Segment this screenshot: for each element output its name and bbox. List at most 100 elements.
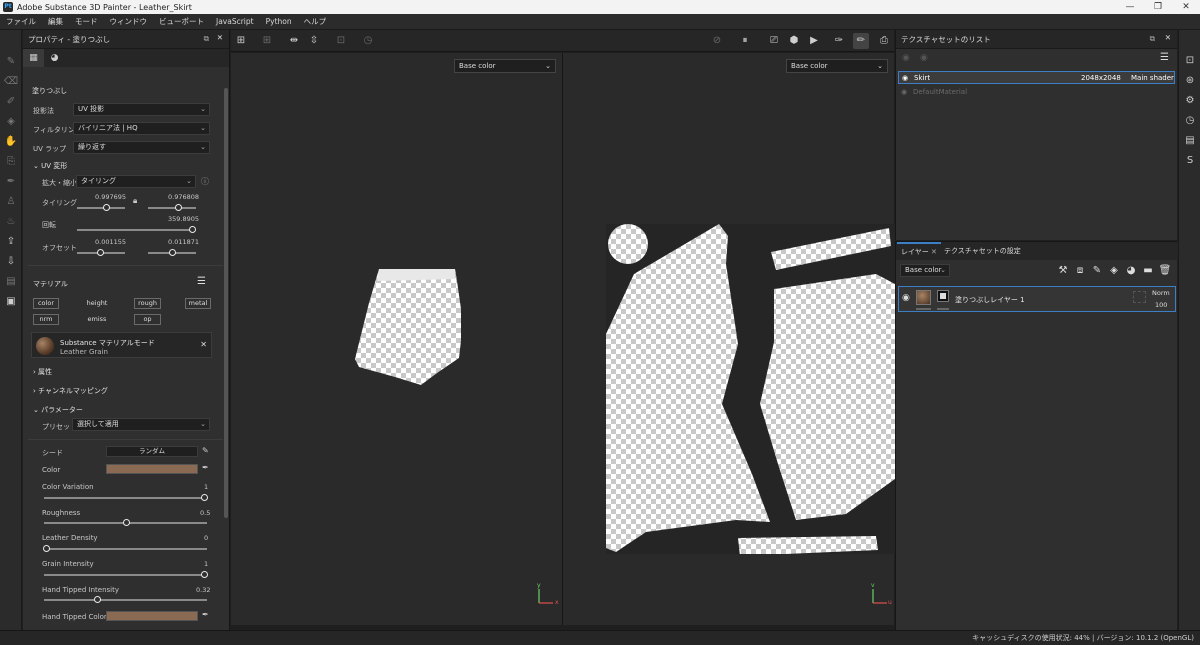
- properties-scrollbar[interactable]: [224, 88, 228, 518]
- symmetry-x-icon[interactable]: ⇹: [286, 33, 302, 49]
- leather-density-slider[interactable]: [44, 548, 207, 550]
- eyedropper-icon[interactable]: ✒: [202, 610, 209, 619]
- text-tool-icon[interactable]: ♙: [0, 192, 22, 212]
- texture-set-row-skirt[interactable]: ◉ Skirt 2048x2048 Main shader: [898, 71, 1175, 84]
- viewport-3d[interactable]: Base color ⌄ y x: [231, 53, 562, 625]
- menu-javascript[interactable]: JavaScript: [216, 17, 254, 26]
- tab-layers[interactable]: レイヤー ✕: [897, 242, 941, 260]
- close-icon[interactable]: ✕: [931, 248, 937, 256]
- frame-icon[interactable]: ⊡: [333, 33, 349, 49]
- blend-mode[interactable]: Norm: [1152, 289, 1170, 297]
- add-smart-material-icon[interactable]: ◕: [1124, 264, 1138, 278]
- channel-metal[interactable]: metal: [185, 298, 211, 309]
- grain-intensity-slider[interactable]: [44, 574, 207, 576]
- tab-fill-properties[interactable]: ▦: [23, 49, 44, 67]
- texture-set-icon[interactable]: ⊡: [1179, 51, 1200, 71]
- channel-mapping-section[interactable]: › チャンネルマッピング: [33, 386, 108, 396]
- hand-tipped-intensity-knob[interactable]: [94, 596, 101, 603]
- close-icon[interactable]: ✕: [200, 340, 207, 349]
- video-camera-icon[interactable]: ▶: [806, 33, 822, 49]
- filtering-select[interactable]: バイリニア法 | HQ ⌄: [73, 122, 210, 135]
- material-card[interactable]: Substance マテリアルモード Leather Grain ✕: [31, 332, 212, 358]
- import-icon[interactable]: ⇩: [0, 252, 22, 272]
- display-settings-icon[interactable]: ⊛: [1179, 71, 1200, 91]
- minimize-button[interactable]: —: [1116, 0, 1144, 14]
- channel-op[interactable]: op: [134, 314, 161, 325]
- eye-icon[interactable]: ◉: [902, 53, 910, 63]
- menu-file[interactable]: ファイル: [6, 16, 36, 27]
- paint-brush-icon[interactable]: ✏: [853, 33, 869, 49]
- rotation-slider[interactable]: [77, 229, 195, 231]
- grid-split-icon[interactable]: ⊞: [259, 33, 275, 49]
- channel-height[interactable]: height: [83, 298, 111, 309]
- layer-channel-select[interactable]: Base color ⌄: [900, 264, 950, 277]
- undock-icon[interactable]: ⧉: [1150, 34, 1155, 44]
- tab-material-preview[interactable]: ◕: [44, 49, 65, 67]
- hide-icon[interactable]: ⊘: [709, 33, 725, 49]
- color-swatch[interactable]: [106, 464, 198, 474]
- maximize-button[interactable]: ❐: [1144, 0, 1172, 14]
- info-icon[interactable]: ⓘ: [201, 176, 209, 187]
- geometry-fill-icon[interactable]: ◈: [0, 112, 22, 132]
- offset-u-knob[interactable]: [97, 249, 104, 256]
- clock-icon[interactable]: ◷: [360, 33, 376, 49]
- menu-viewport[interactable]: ビューポート: [159, 16, 204, 27]
- export-icon[interactable]: ⇪: [0, 232, 22, 252]
- document-icon[interactable]: ▣: [0, 292, 22, 312]
- eraser-icon[interactable]: ⌫: [0, 72, 22, 92]
- bake-icon[interactable]: ♨: [0, 212, 22, 232]
- texture-set-row-default[interactable]: ◉ DefaultMaterial: [898, 86, 1175, 99]
- tab-texture-set-settings[interactable]: テクスチャセットの設定: [940, 242, 1025, 260]
- lock-icon[interactable]: 🔒︎: [133, 196, 137, 206]
- tiling-u-slider[interactable]: [77, 207, 125, 209]
- history-icon[interactable]: ◷: [1179, 111, 1200, 131]
- pointer-brush-icon[interactable]: ✑: [831, 33, 847, 49]
- pause-icon[interactable]: ⏸: [737, 33, 753, 49]
- picker-icon[interactable]: ✒: [0, 172, 22, 192]
- cube-icon[interactable]: ⬢: [786, 33, 802, 49]
- menu-python[interactable]: Python: [266, 17, 292, 26]
- roughness-knob[interactable]: [123, 519, 130, 526]
- screenshot-icon[interactable]: ⎙: [876, 33, 892, 49]
- undock-icon[interactable]: ⧉: [204, 34, 209, 44]
- uvwrap-select[interactable]: 繰り返す ⌄: [73, 141, 210, 154]
- log-icon[interactable]: ▤: [1179, 131, 1200, 151]
- menu-window[interactable]: ウィンドウ: [110, 16, 148, 27]
- menu-edit[interactable]: 編集: [48, 16, 63, 27]
- viewport-2d[interactable]: Base color ⌄ v u: [563, 53, 895, 625]
- menu-mode[interactable]: モード: [75, 16, 98, 27]
- add-effect-icon[interactable]: ⚒: [1056, 264, 1070, 278]
- layer-row[interactable]: ◉ 塗りつぶしレイヤー 1 Norm 100: [898, 286, 1176, 312]
- eye-icon[interactable]: ◉: [920, 53, 928, 63]
- eyedropper-icon[interactable]: ✒: [202, 463, 209, 472]
- add-mask-icon[interactable]: ⧈: [1073, 264, 1087, 278]
- symmetry-y-icon[interactable]: ⇳: [306, 33, 322, 49]
- eye-icon[interactable]: ◉: [902, 72, 908, 84]
- tiling-v-knob[interactable]: [175, 204, 182, 211]
- color-variation-knob[interactable]: [201, 494, 208, 501]
- paint-brush-icon[interactable]: ✎: [0, 52, 22, 72]
- grid-layout-icon[interactable]: ⊞: [233, 33, 249, 49]
- list-menu-icon[interactable]: ☰: [1160, 52, 1169, 63]
- projection-icon[interactable]: ✐: [0, 92, 22, 112]
- camera-view-icon[interactable]: ⎚: [766, 33, 782, 49]
- projection-select[interactable]: UV 投影 ⌄: [73, 103, 210, 116]
- trash-icon[interactable]: ▤: [0, 272, 22, 292]
- uv-transform-section[interactable]: ⌄ UV 変形: [33, 161, 67, 171]
- close-window-button[interactable]: ✕: [1172, 0, 1200, 14]
- layer-opacity[interactable]: 100: [1155, 301, 1167, 309]
- attributes-section[interactable]: › 属性: [33, 367, 52, 377]
- menu-help[interactable]: ヘルプ: [304, 16, 327, 27]
- rotation-knob[interactable]: [189, 226, 196, 233]
- eye-icon[interactable]: ◉: [902, 293, 910, 303]
- scale-select[interactable]: タイリング ⌄: [76, 175, 196, 188]
- smudge-icon[interactable]: ✋: [0, 132, 22, 152]
- pencil-icon[interactable]: ✎: [202, 446, 209, 455]
- layer-mask-slot[interactable]: [1133, 291, 1146, 303]
- tiling-v-slider[interactable]: [148, 207, 196, 209]
- shader-settings-icon[interactable]: ⚙: [1179, 91, 1200, 111]
- viewport-3d-channel-select[interactable]: Base color ⌄: [454, 59, 556, 73]
- hand-tipped-color-swatch[interactable]: [106, 611, 198, 621]
- color-variation-slider[interactable]: [44, 497, 207, 499]
- substance-icon[interactable]: S: [1179, 151, 1200, 171]
